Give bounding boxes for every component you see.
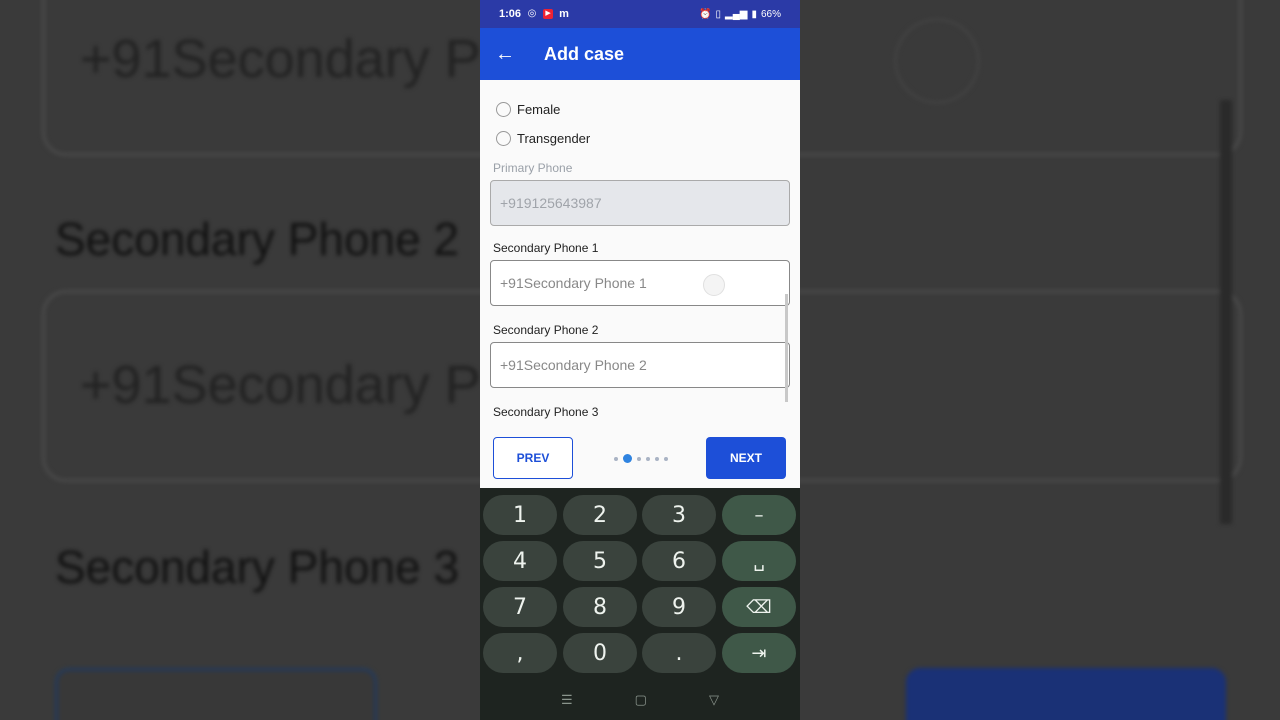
bg-label: Secondary Phone 2 — [55, 213, 460, 265]
step-dot — [664, 456, 668, 461]
key-5[interactable]: 5 — [563, 541, 637, 581]
next-button[interactable]: NEXT — [706, 437, 786, 479]
phone-screen: 1:06 ◎ ▶ m ⏰ ▯ ▂▄▆ ▮ 66% ← Add case Fema… — [480, 0, 800, 720]
app-bar: ← Add case — [480, 28, 800, 80]
system-navigation-bar: ☰ ▢ ▽ — [480, 680, 800, 720]
arrow-back-icon[interactable]: ← — [480, 43, 530, 66]
secondary-phone-2-placeholder: Secondary Phone 2 — [523, 357, 647, 373]
radio-circle-icon[interactable] — [496, 102, 511, 117]
prev-button[interactable]: PREV — [493, 437, 573, 479]
battery-level: 66% — [760, 8, 781, 20]
key-2[interactable]: 2 — [563, 495, 637, 535]
bg-ripple — [894, 18, 980, 104]
signal-icon: ▂▄▆ — [725, 8, 748, 20]
radio-female[interactable]: Female — [496, 102, 560, 117]
next-field-icon[interactable]: ⇥ — [722, 633, 796, 673]
step-dot — [637, 456, 641, 461]
vibrate-icon: ▯ — [715, 8, 721, 20]
backspace-icon[interactable]: ⌫ — [722, 587, 796, 627]
space-key-icon[interactable]: ␣ — [722, 541, 796, 581]
status-time: 1:06 — [499, 8, 522, 20]
secondary-phone-1-placeholder: Secondary Phone 1 — [523, 275, 647, 291]
battery-icon: ▮ — [751, 8, 757, 20]
country-code: +91 — [500, 195, 524, 211]
bg-label: Secondary Phone 3 — [55, 541, 460, 593]
secondary-phone-2-input[interactable]: +91 Secondary Phone 2 — [490, 342, 790, 388]
key-9[interactable]: 9 — [642, 587, 716, 627]
step-dot-active — [623, 454, 632, 463]
home-icon[interactable]: ▢ — [635, 692, 647, 708]
key-3[interactable]: 3 — [642, 495, 716, 535]
step-navigation: PREV NEXT — [480, 430, 800, 488]
alarm-icon: ⏰ — [699, 8, 712, 20]
radio-circle-icon[interactable] — [496, 131, 511, 146]
step-indicator — [614, 454, 668, 463]
key-8[interactable]: 8 — [563, 587, 637, 627]
secondary-phone-2-label: Secondary Phone 2 — [493, 323, 599, 337]
form-content: Female Transgender Primary Phone +91 9125… — [480, 80, 800, 430]
secondary-phone-1-input[interactable]: +91 Secondary Phone 1 — [490, 260, 790, 306]
primary-phone-value: 9125643987 — [523, 195, 602, 211]
recents-icon[interactable]: ☰ — [561, 692, 573, 708]
primary-phone-label: Primary Phone — [493, 161, 573, 175]
step-dot — [614, 456, 618, 461]
key-6[interactable]: 6 — [642, 541, 716, 581]
bg-placeholder: +91Secondary P — [80, 355, 481, 415]
touch-ripple — [703, 274, 725, 296]
page-title: Add case — [544, 43, 625, 64]
period-key[interactable]: . — [642, 633, 716, 673]
key-4[interactable]: 4 — [483, 541, 557, 581]
bg-next-button — [906, 668, 1226, 720]
scrollbar[interactable] — [785, 294, 788, 402]
minus-key[interactable]: – — [722, 495, 796, 535]
step-dot — [655, 456, 659, 461]
back-nav-icon[interactable]: ▽ — [709, 692, 719, 708]
secondary-phone-1-label: Secondary Phone 1 — [493, 241, 599, 255]
bg-scrollbar — [1220, 100, 1232, 524]
key-7[interactable]: 7 — [483, 587, 557, 627]
whatsapp-icon: ◎ — [527, 8, 537, 19]
numeric-keyboard: 1 2 3 – 4 5 6 ␣ 7 8 9 ⌫ , 0 . ⇥ ☰ ▢ ▽ — [480, 488, 800, 720]
bg-placeholder: +91Secondary P — [80, 29, 481, 89]
status-bar: 1:06 ◎ ▶ m ⏰ ▯ ▂▄▆ ▮ 66% — [480, 0, 800, 28]
bg-prev-button — [55, 668, 377, 720]
key-1[interactable]: 1 — [483, 495, 557, 535]
m-app-icon: m — [559, 8, 569, 20]
radio-transgender[interactable]: Transgender — [496, 131, 590, 146]
radio-label: Female — [517, 102, 561, 117]
youtube-icon: ▶ — [543, 9, 554, 19]
country-code: +91 — [500, 275, 524, 291]
comma-key[interactable]: , — [483, 633, 557, 673]
step-dot — [646, 456, 650, 461]
primary-phone-field: +91 9125643987 — [490, 180, 790, 226]
secondary-phone-3-label: Secondary Phone 3 — [493, 405, 599, 419]
key-0[interactable]: 0 — [563, 633, 637, 673]
radio-label: Transgender — [517, 131, 591, 146]
country-code: +91 — [500, 357, 524, 373]
